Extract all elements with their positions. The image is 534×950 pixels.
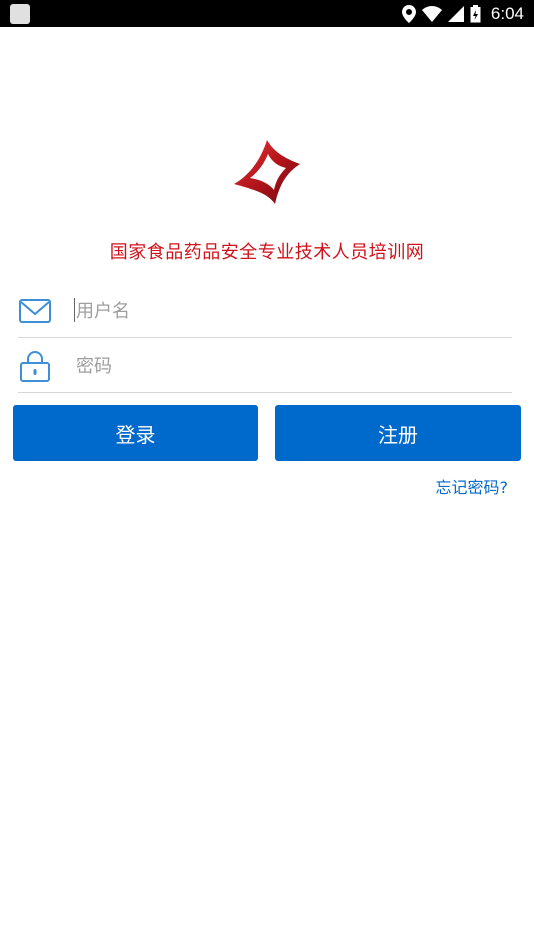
password-field	[18, 339, 512, 393]
status-bar: 6:04	[0, 0, 534, 27]
mail-icon	[19, 299, 51, 323]
status-indicators: 6:04	[401, 0, 524, 27]
battery-icon	[470, 4, 481, 22]
forgot-password-link[interactable]: 忘记密码?	[436, 474, 509, 498]
password-input[interactable]	[76, 347, 496, 385]
app-notification-icon	[10, 4, 30, 24]
text-cursor	[74, 298, 75, 322]
username-field	[18, 284, 512, 338]
status-time: 6:04	[490, 3, 524, 23]
register-button[interactable]: 注册	[275, 405, 521, 461]
login-button[interactable]: 登录	[13, 405, 258, 461]
location-icon	[401, 4, 416, 23]
lock-icon	[20, 351, 50, 382]
site-title: 国家食品药品安全专业技术人员培训网	[109, 242, 425, 263]
wifi-icon	[421, 5, 442, 22]
app-logo	[234, 140, 300, 204]
username-input[interactable]	[76, 292, 496, 330]
cell-signal-icon	[447, 5, 464, 22]
